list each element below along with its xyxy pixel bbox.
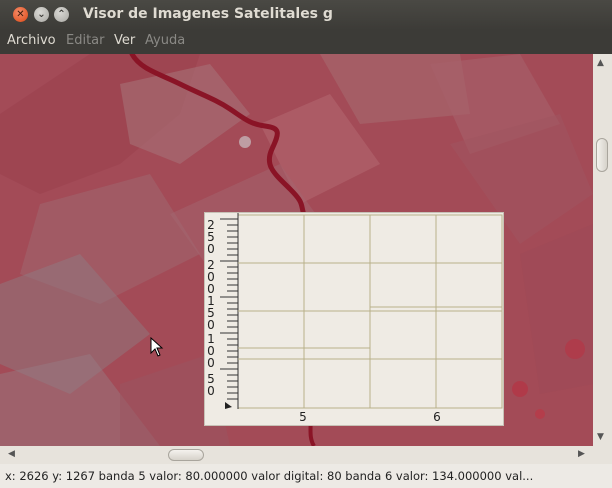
menu-ayuda[interactable]: Ayuda [145,33,185,48]
minimize-icon[interactable]: ⌄ [34,7,49,22]
vertical-scrollbar-thumb[interactable] [596,138,608,172]
status-text: x: 2626 y: 1267 banda 5 valor: 80.000000… [5,469,534,483]
y-tick-label: 0 [207,356,215,370]
menu-editar[interactable]: Editar [66,33,105,48]
y-tick-label: 0 [207,384,215,398]
horizontal-scrollbar[interactable]: ◀ ▶ [0,446,612,464]
y-tick-label: 0 [207,318,215,332]
menu-bar: Archivo Editar Ver Ayuda [0,30,612,54]
scroll-down-icon[interactable]: ▼ [597,432,604,442]
maximize-icon[interactable]: ⌃ [54,7,69,22]
title-bar[interactable]: ✕ ⌄ ⌃ Visor de Imagenes Satelitales g [0,0,612,30]
scroll-left-icon[interactable]: ◀ [8,449,15,459]
mouse-pointer-icon [150,336,164,361]
horizontal-scrollbar-thumb[interactable] [168,449,204,461]
menu-ver[interactable]: Ver [114,33,135,48]
x-tick-label: 5 [299,410,307,424]
window-title: Visor de Imagenes Satelitales g [83,6,333,22]
vertical-scrollbar[interactable]: ▲ ▼ [593,54,612,446]
x-tick-label: 6 [433,410,441,424]
scatter-plot: 2 5 0 2 0 0 1 5 0 1 0 0 5 0 5 6 [207,213,503,424]
close-icon[interactable]: ✕ [13,7,28,22]
y-axis-ticks [220,218,238,400]
scatter-plot-window[interactable]: 2 5 0 2 0 0 1 5 0 1 0 0 5 0 5 6 [204,212,504,426]
app-window: ✕ ⌄ ⌃ Visor de Imagenes Satelitales g Ar… [0,0,612,488]
y-tick-label: 0 [207,242,215,256]
menu-archivo[interactable]: Archivo [7,33,56,48]
resize-corner-icon[interactable] [225,402,232,409]
scroll-right-icon[interactable]: ▶ [578,449,585,459]
status-bar: x: 2626 y: 1267 banda 5 valor: 80.000000… [0,464,612,488]
scroll-up-icon[interactable]: ▲ [597,58,604,68]
